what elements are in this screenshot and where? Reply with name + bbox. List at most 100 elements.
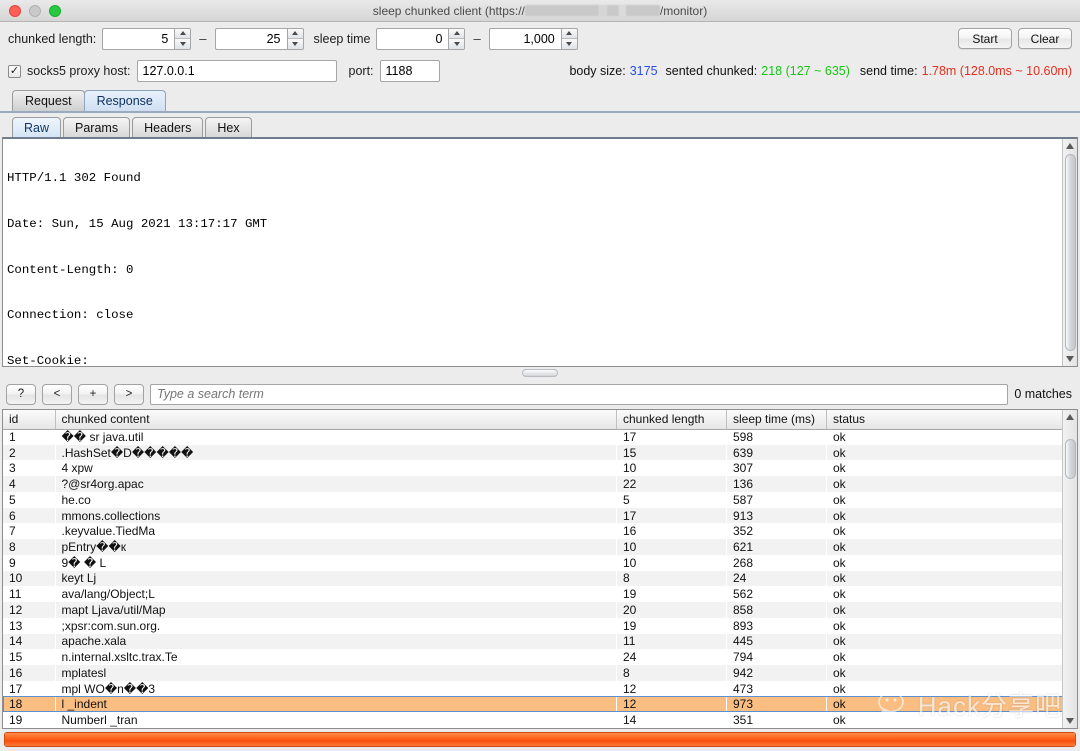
table-row[interactable]: 6mmons.collections17913ok — [3, 508, 1077, 524]
cell-length: 5 — [617, 492, 727, 508]
stepper-down-icon[interactable] — [562, 39, 577, 49]
table-row[interactable]: 2.HashSet�D�����15639ok — [3, 445, 1077, 461]
tab-params[interactable]: Params — [63, 117, 130, 137]
raw-response-vertical-scrollbar[interactable] — [1062, 139, 1077, 366]
table-row[interactable]: 12mapt Ljava/util/Map20858ok — [3, 602, 1077, 618]
cell-content: keyt Lj — [55, 571, 617, 587]
search-help-button[interactable]: ? — [6, 384, 36, 405]
cell-id: 12 — [3, 602, 55, 618]
table-row[interactable]: 14apache.xala11445ok — [3, 634, 1077, 650]
sleep-time-min-stepper[interactable] — [376, 28, 465, 50]
tab-response[interactable]: Response — [84, 90, 166, 111]
chunked-length-max-stepper[interactable] — [215, 28, 304, 50]
cell-content: pEntry��к — [55, 539, 617, 555]
cell-length: 10 — [617, 460, 727, 476]
chunked-length-max-stepper-buttons[interactable] — [287, 28, 304, 50]
scroll-up-icon[interactable] — [1063, 139, 1077, 153]
table-row[interactable]: 34 xpw10307ok — [3, 460, 1077, 476]
cell-id: 6 — [3, 508, 55, 524]
chunked-length-min-stepper-buttons[interactable] — [174, 28, 191, 50]
table-row[interactable]: 1�� sr java.util17598ok — [3, 429, 1077, 445]
raw-response-horizontal-scrollbar[interactable] — [2, 368, 1078, 379]
clear-button[interactable]: Clear — [1018, 28, 1072, 49]
stepper-down-icon[interactable] — [288, 39, 303, 49]
sleep-time-label: sleep time — [314, 32, 371, 46]
cell-id: 5 — [3, 492, 55, 508]
table-row[interactable]: 15n.internal.xsltc.trax.Te24794ok — [3, 649, 1077, 665]
table-row[interactable]: 16mplatesl8942ok — [3, 665, 1077, 681]
column-header-content[interactable]: chunked content — [55, 410, 617, 429]
stepper-up-icon[interactable] — [175, 29, 190, 40]
stepper-down-icon[interactable] — [175, 39, 190, 49]
table-row[interactable]: 7.keyvalue.TiedMa16352ok — [3, 523, 1077, 539]
window-title-suffix: /monitor) — [660, 4, 707, 18]
chunked-length-min-stepper[interactable] — [102, 28, 191, 50]
cell-id: 9 — [3, 555, 55, 571]
cell-length: 10 — [617, 539, 727, 555]
scroll-up-icon[interactable] — [1063, 410, 1077, 424]
cell-status: ok — [827, 555, 1077, 571]
tab-hex[interactable]: Hex — [205, 117, 251, 137]
cell-id: 3 — [3, 460, 55, 476]
scrollbar-thumb[interactable] — [522, 369, 558, 377]
proxy-port-input[interactable] — [380, 60, 440, 82]
table-vertical-scrollbar[interactable] — [1062, 410, 1077, 728]
table-row[interactable]: 10keyt Lj824ok — [3, 571, 1077, 587]
raw-response-text[interactable]: HTTP/1.1 302 Found Date: Sun, 15 Aug 202… — [3, 139, 1062, 366]
search-previous-button[interactable]: < — [42, 384, 72, 405]
minimize-button[interactable] — [29, 5, 41, 17]
table-row[interactable]: 4 ?@sr4org.apac22136ok — [3, 476, 1077, 492]
stepper-up-icon[interactable] — [562, 29, 577, 40]
scroll-down-icon[interactable] — [1063, 352, 1077, 366]
search-add-button[interactable]: + — [78, 384, 108, 405]
cell-sleep: 794 — [727, 649, 827, 665]
maximize-button[interactable] — [49, 5, 61, 17]
search-next-button[interactable]: > — [114, 384, 144, 405]
socks5-proxy-checkbox[interactable]: ✓ — [8, 65, 21, 78]
cell-status: ok — [827, 665, 1077, 681]
tab-headers[interactable]: Headers — [132, 117, 203, 137]
scrollbar-thumb[interactable] — [1065, 439, 1076, 479]
cell-id: 17 — [3, 681, 55, 697]
stepper-up-icon[interactable] — [288, 29, 303, 40]
sleep-time-max-stepper[interactable] — [489, 28, 578, 50]
cell-status: ok — [827, 445, 1077, 461]
search-input[interactable] — [150, 384, 1008, 405]
table-row[interactable]: 17mpl WO�n��312473ok — [3, 681, 1077, 697]
stepper-up-icon[interactable] — [449, 29, 464, 40]
table-row[interactable]: 5he.co5587ok — [3, 492, 1077, 508]
cell-id: 19 — [3, 712, 55, 728]
table-row[interactable]: 11ava/lang/Object;L19562ok — [3, 586, 1077, 602]
cell-id: 4 — [3, 476, 55, 492]
start-button[interactable]: Start — [958, 28, 1012, 49]
table-row[interactable]: 8pEntry��к10621ok — [3, 539, 1077, 555]
cell-content: l _indent — [55, 696, 617, 712]
column-header-id[interactable]: id — [3, 410, 55, 429]
column-header-status[interactable]: status — [827, 410, 1077, 429]
column-header-length[interactable]: chunked length — [617, 410, 727, 429]
cell-content: apache.xala — [55, 634, 617, 650]
column-header-sleep[interactable]: sleep time (ms) — [727, 410, 827, 429]
chunked-length-min-input[interactable] — [102, 28, 174, 50]
raw-response-panel: HTTP/1.1 302 Found Date: Sun, 15 Aug 202… — [2, 137, 1078, 367]
tab-raw[interactable]: Raw — [12, 117, 61, 137]
stepper-down-icon[interactable] — [449, 39, 464, 49]
cell-length: 19 — [617, 618, 727, 634]
cell-length: 10 — [617, 555, 727, 571]
tab-request[interactable]: Request — [12, 90, 85, 111]
table-row[interactable]: 99� � L10268ok — [3, 555, 1077, 571]
scrollbar-thumb[interactable] — [1065, 154, 1076, 351]
scroll-down-icon[interactable] — [1063, 714, 1077, 728]
sleep-time-min-stepper-buttons[interactable] — [448, 28, 465, 50]
table-row[interactable]: 13;xpsr:com.sun.org.19893ok — [3, 618, 1077, 634]
sleep-time-min-input[interactable] — [376, 28, 448, 50]
sleep-time-max-stepper-buttons[interactable] — [561, 28, 578, 50]
sleep-time-max-input[interactable] — [489, 28, 561, 50]
cell-status: ok — [827, 429, 1077, 445]
chunked-length-max-input[interactable] — [215, 28, 287, 50]
table-row[interactable]: 18 l _indent12973ok — [3, 696, 1077, 712]
proxy-host-input[interactable] — [137, 60, 337, 82]
table-row[interactable]: 19Numberl _tran14351ok — [3, 712, 1077, 728]
cell-id: 10 — [3, 571, 55, 587]
close-button[interactable] — [9, 5, 21, 17]
